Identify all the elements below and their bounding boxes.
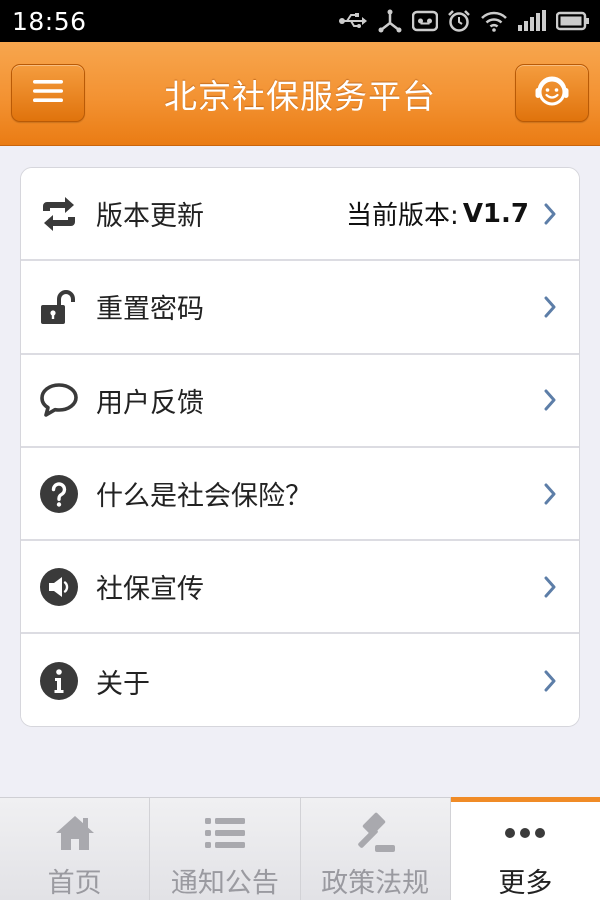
wifi-icon	[480, 10, 508, 32]
chevron-right-icon	[543, 389, 557, 411]
usb-icon	[338, 11, 368, 31]
question-icon	[39, 474, 79, 514]
list-item-label: 关于	[96, 668, 150, 700]
list-item-reset-password[interactable]: 重置密码	[21, 261, 579, 355]
tab-policies[interactable]: 政策法规	[300, 798, 451, 900]
status-icons	[338, 0, 590, 42]
menu-button[interactable]	[11, 64, 85, 122]
status-bar: 18:56	[0, 0, 600, 42]
current-version: 当前版本: V1.7	[346, 168, 529, 259]
list-item-user-feedback[interactable]: 用户反馈	[21, 354, 579, 448]
tab-label: 政策法规	[321, 868, 430, 899]
page-title: 北京社保服务平台	[164, 77, 436, 116]
chevron-right-icon	[543, 576, 557, 598]
tab-notices[interactable]: 通知公告	[150, 798, 301, 900]
chevron-right-icon	[543, 203, 557, 225]
tab-bar: 首页 通知公告 政策法规 更多	[0, 797, 600, 900]
current-version-value: V1.7	[462, 198, 529, 229]
chat-bubble-icon	[39, 380, 79, 420]
speaker-icon	[39, 567, 79, 607]
info-icon	[39, 661, 79, 701]
app-header: 北京社保服务平台	[0, 42, 600, 146]
gavel-icon	[353, 810, 397, 856]
chevron-right-icon	[543, 670, 557, 692]
list-item-label: 社保宣传	[96, 574, 204, 606]
battery-icon	[556, 11, 590, 31]
list-item-version-update[interactable]: 版本更新 当前版本: V1.7	[21, 168, 579, 262]
tab-label: 通知公告	[170, 868, 279, 899]
tab-more[interactable]: 更多	[450, 797, 600, 900]
list-item-label: 用户反馈	[96, 387, 204, 419]
settings-list: 版本更新 当前版本: V1.7 重置密码 用户反馈 什么是社会保险？ 社保宣传 …	[20, 167, 580, 727]
list-icon	[204, 810, 245, 856]
customer-service-icon	[532, 71, 572, 115]
status-time: 18:56	[12, 6, 87, 36]
customer-service-button[interactable]	[515, 64, 589, 122]
list-item-label: 重置密码	[96, 294, 204, 326]
list-item-label: 什么是社会保险？	[96, 481, 312, 513]
list-item-about[interactable]: 关于	[21, 634, 579, 726]
tab-label: 更多	[498, 868, 553, 899]
list-item-social-security-promotion[interactable]: 社保宣传	[21, 541, 579, 635]
more-icon	[504, 810, 546, 856]
chevron-right-icon	[543, 296, 557, 318]
list-item-what-is-social-insurance[interactable]: 什么是社会保险？	[21, 447, 579, 542]
home-icon	[55, 810, 95, 856]
alarm-icon	[447, 9, 471, 33]
menu-icon	[33, 79, 63, 107]
tab-label: 首页	[47, 868, 102, 899]
usb-debug-icon	[377, 9, 403, 33]
unlock-icon	[39, 287, 79, 327]
tab-home[interactable]: 首页	[0, 798, 151, 900]
refresh-icon	[39, 194, 79, 234]
current-version-label: 当前版本:	[346, 201, 459, 232]
signal-icon	[517, 10, 547, 32]
list-item-label: 版本更新	[96, 201, 204, 233]
voicemail-icon	[412, 10, 438, 32]
chevron-right-icon	[543, 483, 557, 505]
